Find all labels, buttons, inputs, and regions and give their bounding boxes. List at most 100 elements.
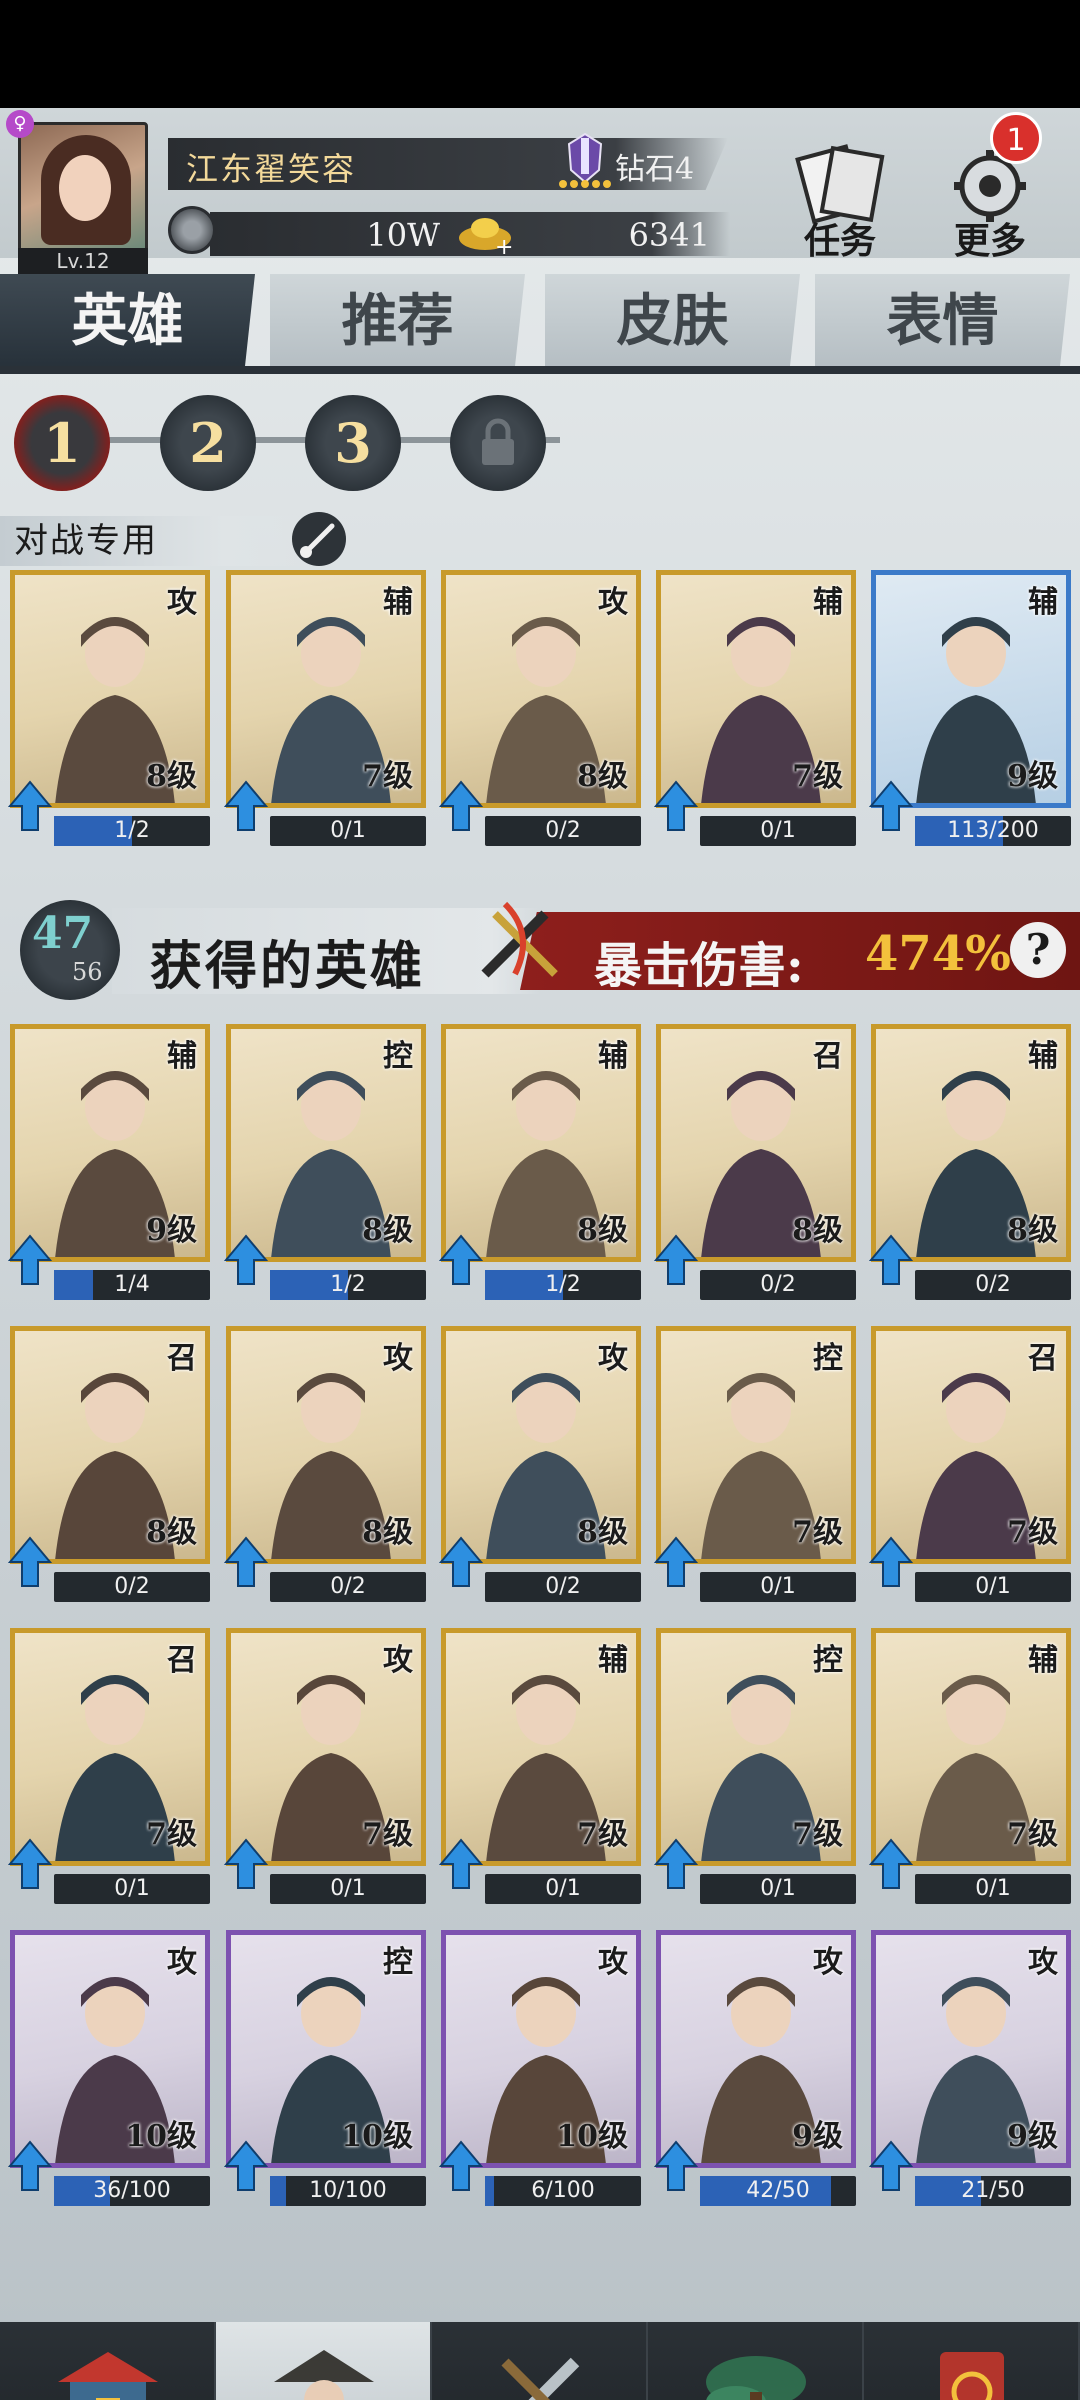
hero-card[interactable]: 攻 9级 42/50 [654, 1930, 856, 2206]
hero-card[interactable]: 攻 8级 0/2 [224, 1326, 426, 1602]
upgrade-arrow-icon[interactable] [654, 780, 698, 832]
hero-shard-progress: 0/2 [485, 816, 641, 846]
upgrade-arrow-icon[interactable] [439, 1838, 483, 1890]
hero-card[interactable]: 辅 8级 1/2 [439, 1024, 641, 1300]
hero-card[interactable]: 召 8级 0/2 [654, 1024, 856, 1300]
hero-role: 召 [813, 1039, 843, 1074]
hero-level: 7级 [362, 1817, 413, 1852]
tab-heroes[interactable]: 英雄 [0, 274, 255, 368]
upgrade-arrow-icon[interactable] [8, 2140, 52, 2192]
silver-coin-icon[interactable] [168, 206, 216, 254]
player-name[interactable]: 江东翟笑容 [186, 144, 356, 190]
hero-card[interactable]: 辅 7级 0/1 [224, 570, 426, 846]
hero-card[interactable]: 辅 7级 0/1 [654, 570, 856, 846]
gold-ingot-icon[interactable]: + [455, 206, 515, 256]
hero-card[interactable]: 召 8级 0/2 [8, 1326, 210, 1602]
hero-portrait-frame: 辅 8级 [441, 1024, 641, 1262]
upgrade-arrow-icon[interactable] [224, 1234, 268, 1286]
hero-card[interactable]: 攻 7级 0/1 [224, 1628, 426, 1904]
hero-portrait-frame: 攻 8级 [441, 570, 641, 808]
upgrade-arrow-icon[interactable] [654, 1838, 698, 1890]
upgrade-arrow-icon[interactable] [439, 780, 483, 832]
hero-card[interactable]: 攻 10级 6/100 [439, 1930, 641, 2206]
hero-role: 辅 [167, 1039, 197, 1074]
help-button[interactable]: ? [1010, 922, 1066, 978]
hero-portrait-frame: 辅 9级 [10, 1024, 210, 1262]
upgrade-arrow-icon[interactable] [439, 1234, 483, 1286]
progress-text: 0/1 [975, 1574, 1011, 1599]
upgrade-arrow-icon[interactable] [8, 1234, 52, 1286]
upgrade-arrow-icon[interactable] [439, 1536, 483, 1588]
player-avatar[interactable] [18, 122, 148, 252]
hero-card[interactable]: 辅 7级 0/1 [869, 1628, 1071, 1904]
nav-jianghu[interactable]: 江湖 [648, 2322, 864, 2400]
hero-card[interactable]: 攻 8级 0/2 [439, 570, 641, 846]
upgrade-arrow-icon[interactable] [869, 1838, 913, 1890]
bottom-navigation: 商城 英雄 战斗 江湖 [0, 2322, 1080, 2400]
locked-lineup-button[interactable] [450, 395, 546, 491]
upgrade-arrow-icon[interactable] [224, 1838, 268, 1890]
nav-battle[interactable]: 战斗 [432, 2322, 648, 2400]
upgrade-arrow-icon[interactable] [869, 1536, 913, 1588]
player-level: Lv.12 [18, 248, 148, 274]
hero-level: 9级 [1007, 2119, 1058, 2154]
progress-text: 0/1 [545, 1876, 581, 1901]
upgrade-arrow-icon[interactable] [654, 2140, 698, 2192]
diamond-rank-icon [559, 132, 611, 188]
progress-text: 0/2 [114, 1574, 150, 1599]
lineup-1-button[interactable]: 1 [14, 395, 110, 491]
upgrade-arrow-icon[interactable] [8, 1536, 52, 1588]
hero-card[interactable]: 辅 9级 1/4 [8, 1024, 210, 1300]
upgrade-arrow-icon[interactable] [869, 2140, 913, 2192]
progress-text: 0/2 [975, 1272, 1011, 1297]
hero-role: 攻 [383, 1643, 413, 1678]
edit-lineup-button[interactable] [292, 512, 346, 566]
hero-role: 攻 [813, 1945, 843, 1980]
nav-shop[interactable]: 商城 [0, 2322, 216, 2400]
female-icon: ♀ [6, 110, 34, 138]
hero-card[interactable]: 辅 7级 0/1 [439, 1628, 641, 1904]
hero-role: 攻 [383, 1341, 413, 1376]
hero-card[interactable]: 攻 8级 1/2 [8, 570, 210, 846]
progress-text: 1/2 [330, 1272, 366, 1297]
hero-level: 9级 [146, 1213, 197, 1248]
hero-card[interactable]: 控 7级 0/1 [654, 1628, 856, 1904]
nav-guild[interactable]: 帮派 [864, 2322, 1080, 2400]
tasks-button[interactable]: 任务 [785, 144, 895, 264]
progress-text: 21/50 [961, 2178, 1025, 2203]
hero-shard-progress: 36/100 [54, 2176, 210, 2206]
hero-card[interactable]: 辅 8级 0/2 [869, 1024, 1071, 1300]
hero-card[interactable]: 控 8级 1/2 [224, 1024, 426, 1300]
nav-heroes[interactable]: 英雄 [216, 2322, 432, 2400]
upgrade-arrow-icon[interactable] [869, 780, 913, 832]
lineup-2-button[interactable]: 2 [160, 395, 256, 491]
hero-card[interactable]: 攻 10级 36/100 [8, 1930, 210, 2206]
hero-role: 辅 [1028, 585, 1058, 620]
lineup-3-button[interactable]: 3 [305, 395, 401, 491]
hero-card[interactable]: 控 10级 10/100 [224, 1930, 426, 2206]
tab-emotes[interactable]: 表情 [815, 274, 1070, 368]
more-button[interactable]: 更多 [935, 144, 1045, 264]
upgrade-arrow-icon[interactable] [224, 2140, 268, 2192]
upgrade-arrow-icon[interactable] [654, 1234, 698, 1286]
hero-card[interactable]: 攻 9级 21/50 [869, 1930, 1071, 2206]
progress-text: 0/1 [330, 818, 366, 843]
hero-shard-progress: 21/50 [915, 2176, 1071, 2206]
hero-shard-progress: 6/100 [485, 2176, 641, 2206]
hero-card[interactable]: 召 7级 0/1 [8, 1628, 210, 1904]
tab-recommend[interactable]: 推荐 [270, 274, 525, 368]
hero-level: 7级 [1007, 1817, 1058, 1852]
hero-card[interactable]: 辅 9级 113/200 [869, 570, 1071, 846]
hero-card[interactable]: 攻 8级 0/2 [439, 1326, 641, 1602]
upgrade-arrow-icon[interactable] [869, 1234, 913, 1286]
upgrade-arrow-icon[interactable] [224, 1536, 268, 1588]
hero-card[interactable]: 召 7级 0/1 [869, 1326, 1071, 1602]
hero-card[interactable]: 控 7级 0/1 [654, 1326, 856, 1602]
upgrade-arrow-icon[interactable] [224, 780, 268, 832]
upgrade-arrow-icon[interactable] [439, 2140, 483, 2192]
upgrade-arrow-icon[interactable] [654, 1536, 698, 1588]
hero-shard-progress: 0/2 [270, 1572, 426, 1602]
upgrade-arrow-icon[interactable] [8, 1838, 52, 1890]
tab-skins[interactable]: 皮肤 [545, 274, 800, 368]
upgrade-arrow-icon[interactable] [8, 780, 52, 832]
